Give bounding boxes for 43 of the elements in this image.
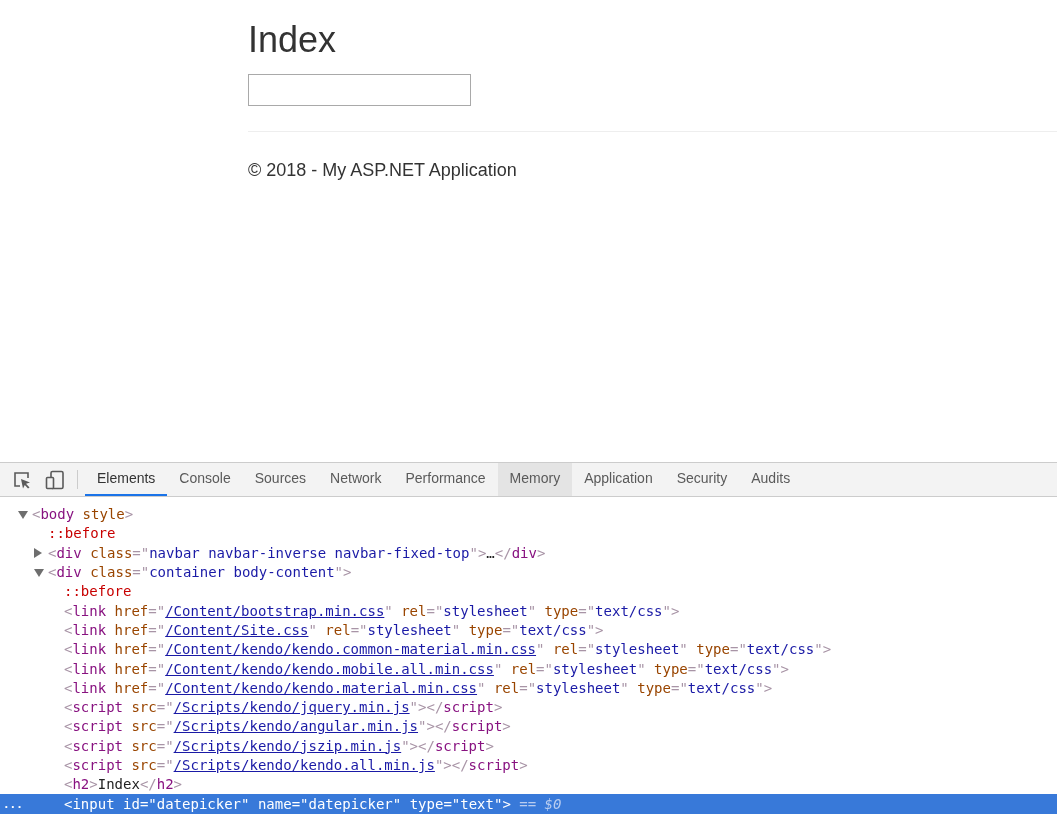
link[interactable]: /Content/kendo/kendo.material.min.css: [165, 677, 478, 699]
tree-row[interactable]: <script src="/Scripts/kendo/kendo.all.min.js"></script>: [0, 755, 1057, 776]
tree-row[interactable]: ::before: [0, 582, 1057, 602]
tree-row[interactable]: <body style>: [0, 505, 1057, 525]
devtools-tab[interactable]: Sources: [242, 463, 319, 496]
link[interactable]: /Scripts/kendo/jszip.min.js: [173, 735, 402, 757]
devtools-tab[interactable]: Audits: [739, 463, 803, 496]
link[interactable]: /Content/bootstrap.min.css: [165, 600, 385, 622]
inspect-icon[interactable]: [13, 470, 31, 489]
link[interactable]: /Scripts/kendo/kendo.all.min.js: [173, 755, 435, 776]
devtools-tab[interactable]: Elements: [85, 463, 168, 496]
devtools-tab[interactable]: Console: [167, 463, 243, 496]
page-heading: Index: [248, 18, 337, 62]
tree-row[interactable]: <h2>Index</h2>: [0, 775, 1057, 795]
collapsed-arrow-icon[interactable]: [34, 548, 42, 559]
link[interactable]: /Scripts/kendo/jquery.min.js: [173, 697, 410, 719]
devtools-tab[interactable]: Performance: [393, 463, 498, 496]
link[interactable]: /Content/Site.css: [165, 619, 309, 641]
footer-text: © 2018 - My ASP.NET Application: [248, 159, 517, 182]
tree-row[interactable]: <link href="/Content/kendo/kendo.common-material.min.css" rel="stylesheet" type="text/css">: [0, 640, 1057, 660]
date-field[interactable]: [248, 74, 471, 106]
expanded-arrow-icon[interactable]: [18, 510, 28, 519]
tree-row[interactable]: <link href="/Content/kendo/kendo.material.min.css" rel="stylesheet" type="text/css">: [0, 678, 1057, 698]
tree-row[interactable]: <div class="navbar navbar-inverse navbar-fixed-top">…</div>: [0, 543, 1057, 563]
tree-row[interactable]: ... <input id="datepicker" name="datepicker" type="text"> == $0: [0, 794, 1057, 814]
devtools-tab[interactable]: Memory: [497, 463, 573, 496]
tree-row[interactable]: <script src="/Scripts/kendo/jquery.min.js"></script>: [0, 697, 1057, 718]
link[interactable]: /Scripts/kendo/angular.min.js: [173, 716, 419, 738]
tree-row[interactable]: <div class="container body-content">: [0, 562, 1057, 583]
tree-row[interactable]: <link href="/Content/bootstrap.min.css" rel="stylesheet" type="text/css">: [0, 601, 1057, 621]
devtools-tab[interactable]: Security: [664, 463, 740, 496]
link[interactable]: /Content/kendo/kendo.mobile.all.min.css: [165, 658, 494, 680]
selection-dots: ...: [3, 798, 23, 810]
device-icon[interactable]: [45, 469, 65, 490]
tree-row[interactable]: <script src="/Scripts/kendo/angular.min.js"></script>: [0, 717, 1057, 737]
tree-row[interactable]: <link href="/Content/kendo/kendo.mobile.all.min.css" rel="stylesheet" type="text/css">: [0, 659, 1057, 679]
link[interactable]: /Content/kendo/kendo.common-material.min.css: [165, 639, 537, 661]
devtools-tab[interactable]: Application: [572, 463, 665, 496]
devtools-tab[interactable]: Network: [318, 463, 394, 496]
tree-row[interactable]: <link href="/Content/Site.css" rel="stylesheet" type="text/css">: [0, 620, 1057, 641]
expanded-arrow-icon[interactable]: [34, 568, 44, 577]
tree-row[interactable]: ::before: [0, 524, 1057, 544]
tree-row[interactable]: <script src="/Scripts/kendo/jszip.min.js"></script>: [0, 736, 1057, 756]
